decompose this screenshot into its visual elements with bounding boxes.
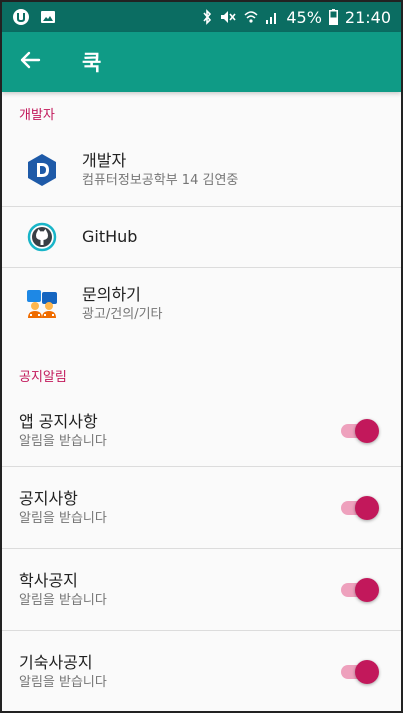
status-bar-left	[12, 8, 56, 26]
mute-icon	[219, 9, 237, 25]
dormitory-notice-switch[interactable]	[341, 658, 381, 686]
app-notice-texts: 앱 공지사항 알림을 받습니다	[19, 411, 341, 451]
notice-toggle-row[interactable]: 공지사항 알림을 받습니다	[2, 467, 401, 548]
academic-notice-title: 학사공지	[19, 570, 78, 590]
developer-logo-icon	[2, 153, 82, 187]
back-button[interactable]	[2, 32, 58, 92]
signal-icon	[265, 9, 279, 25]
contact-texts: 문의하기 광고/건의/기타	[82, 284, 163, 324]
switch-thumb	[355, 419, 379, 443]
academic-notice-subtitle: 알림을 받습니다	[19, 592, 107, 608]
switch-thumb	[355, 577, 379, 602]
battery-percent: 45%	[286, 7, 322, 27]
status-time: 21:40	[344, 7, 391, 27]
github-item[interactable]: GitHub	[2, 207, 401, 267]
notice-title: 공지사항	[19, 488, 78, 508]
contact-subtitle: 광고/건의/기타	[82, 307, 163, 322]
section-header-notification: 공지알림	[19, 369, 67, 385]
developer-texts: 개발자 컴퓨터정보공학부 14 김연중	[82, 150, 238, 190]
dormitory-notice-title: 기숙사공지	[19, 652, 93, 672]
app-notice-subtitle: 알림을 받습니다	[19, 434, 107, 449]
dormitory-notice-toggle-row[interactable]: 기숙사공지 알림을 받습니다	[2, 631, 401, 711]
academic-notice-switch[interactable]	[341, 576, 381, 604]
notice-texts: 공지사항 알림을 받습니다	[19, 488, 341, 528]
github-texts: GitHub	[82, 226, 137, 248]
developer-title: 개발자	[82, 151, 127, 170]
page-title: 쿡	[82, 51, 102, 75]
academic-notice-texts: 학사공지 알림을 받습니다	[19, 570, 341, 610]
dormitory-notice-texts: 기숙사공지 알림을 받습니다	[19, 652, 341, 692]
notice-subtitle: 알림을 받습니다	[19, 510, 107, 526]
image-icon	[40, 9, 56, 25]
contact-item[interactable]: 문의하기 광고/건의/기타	[2, 268, 401, 340]
dormitory-notice-subtitle: 알림을 받습니다	[19, 674, 107, 690]
app-notification-icon	[12, 8, 32, 26]
app-notice-toggle-row[interactable]: 앱 공지사항 알림을 받습니다	[2, 396, 401, 466]
phone-screen: 45% 21:40 쿡 개발자 개발자 컴퓨터정보공학부 14 김연중 GitH…	[0, 0, 403, 713]
settings-list: 개발자 개발자 컴퓨터정보공학부 14 김연중 GitHub 문의하기 광고/건…	[2, 92, 401, 711]
app-notice-title: 앱 공지사항	[19, 412, 98, 431]
app-notice-switch[interactable]	[341, 417, 381, 445]
notice-switch[interactable]	[341, 494, 381, 522]
wifi-icon	[244, 9, 258, 25]
section-header-developer: 개발자	[19, 107, 55, 123]
bluetooth-icon	[202, 9, 212, 25]
status-bar-right: 45% 21:40	[202, 8, 391, 27]
github-icon	[2, 222, 82, 252]
arrow-back-icon	[19, 49, 41, 75]
status-bar: 45% 21:40	[2, 2, 401, 32]
academic-notice-toggle-row[interactable]: 학사공지 알림을 받습니다	[2, 549, 401, 630]
battery-icon	[328, 9, 338, 25]
app-bar: 쿡	[2, 32, 401, 92]
developer-subtitle: 컴퓨터정보공학부 14 김연중	[82, 173, 239, 188]
github-title: GitHub	[82, 227, 138, 246]
contact-people-icon	[2, 288, 82, 320]
switch-thumb	[355, 495, 379, 520]
switch-thumb	[355, 659, 379, 684]
developer-item[interactable]: 개발자 컴퓨터정보공학부 14 김연중	[2, 134, 401, 206]
contact-title: 문의하기	[82, 285, 141, 304]
